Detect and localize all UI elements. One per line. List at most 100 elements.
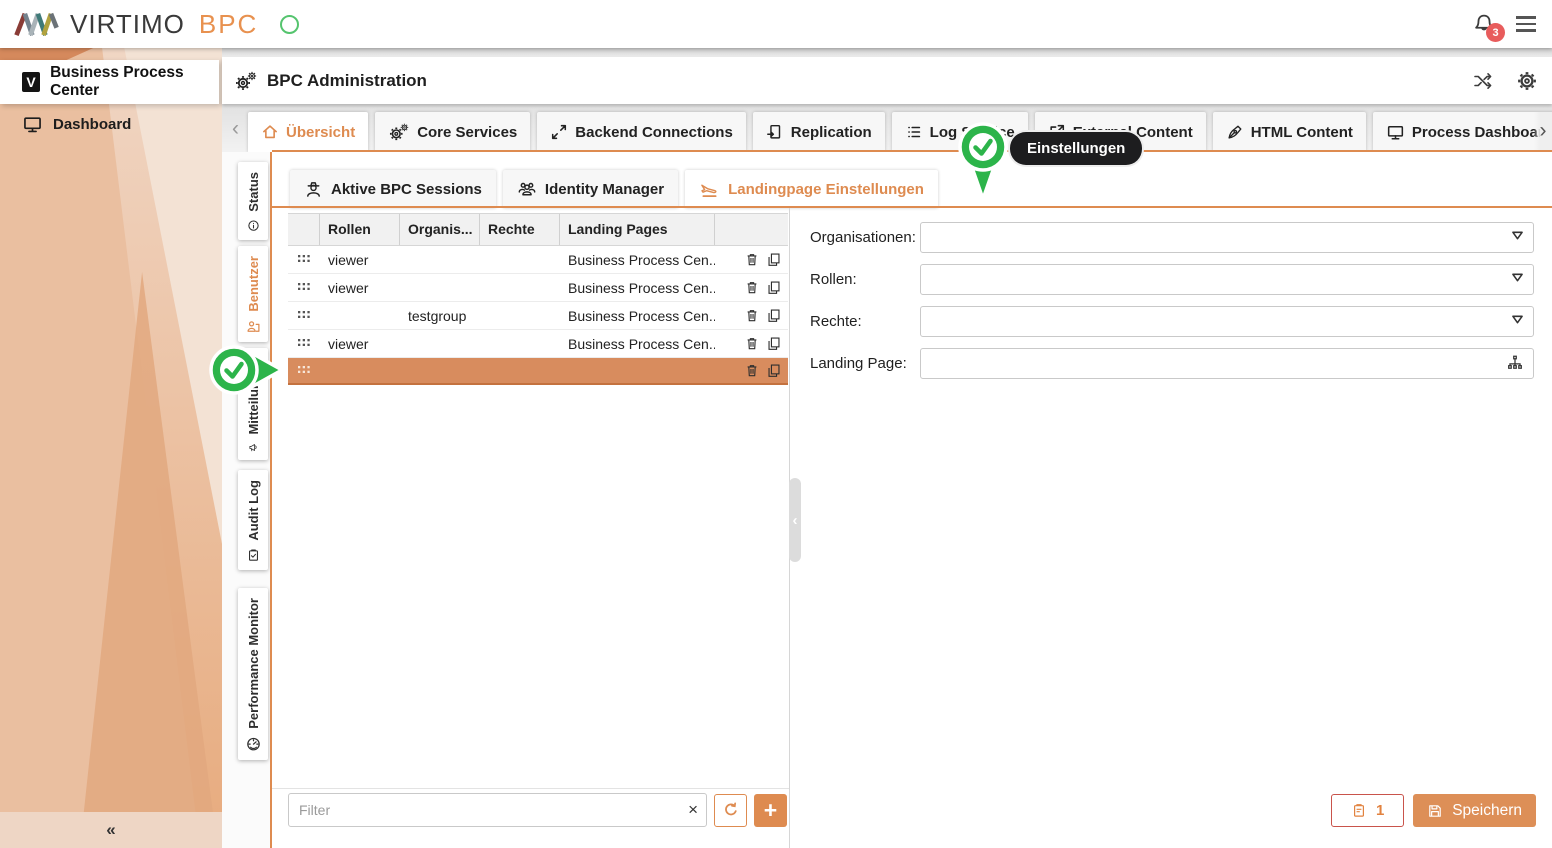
tab-html-content[interactable]: HTML Content bbox=[1213, 112, 1366, 152]
col-rollen[interactable]: Rollen bbox=[320, 214, 400, 245]
organisationen-input[interactable] bbox=[921, 223, 1533, 252]
add-row-button[interactable]: + bbox=[754, 794, 787, 827]
gauge-icon bbox=[245, 736, 262, 752]
cell-rollen: viewer bbox=[320, 280, 400, 296]
dashboard-label: Dashboard bbox=[53, 116, 131, 133]
copy-icon[interactable] bbox=[766, 251, 782, 268]
copy-icon[interactable] bbox=[766, 335, 782, 352]
sidebar: V Business Process Center Dashboard « bbox=[0, 48, 222, 848]
benutzer-panel: Aktive BPC Sessions Identity Manager bbox=[272, 152, 1552, 848]
table-row[interactable]: testgroup Business Process Cen... bbox=[288, 302, 788, 330]
vtab-benutzer[interactable]: Benutzer bbox=[238, 246, 268, 342]
menu-button[interactable] bbox=[1516, 16, 1536, 32]
table-row[interactable]: viewer Business Process Cen... bbox=[288, 274, 788, 302]
table-row[interactable]: viewer Business Process Cen... bbox=[288, 330, 788, 358]
drag-handle-icon[interactable] bbox=[298, 283, 311, 292]
tour-arrow-marker[interactable] bbox=[204, 341, 288, 399]
copy-icon[interactable] bbox=[766, 362, 782, 379]
cell-rollen: viewer bbox=[320, 252, 400, 268]
field-label: Landing Page: bbox=[810, 355, 920, 372]
pending-changes-button[interactable]: 1 bbox=[1331, 794, 1404, 827]
delete-icon[interactable] bbox=[744, 362, 760, 379]
chevron-down-icon[interactable] bbox=[1511, 272, 1524, 283]
vtab-status[interactable]: Status bbox=[238, 162, 268, 240]
shuffle-icon[interactable] bbox=[1472, 71, 1494, 91]
module-title: BPC Administration bbox=[222, 70, 427, 92]
org-tree-icon[interactable] bbox=[1506, 354, 1524, 372]
drag-handle-icon[interactable] bbox=[298, 366, 311, 375]
table-footer: × + bbox=[288, 793, 788, 827]
subtab-landingpage-einstellungen[interactable]: Landingpage Einstellungen bbox=[685, 170, 938, 208]
drag-handle-icon[interactable] bbox=[298, 311, 311, 320]
landingpage-form: Organisationen: Rollen: bbox=[800, 208, 1552, 848]
clear-filter-icon[interactable]: × bbox=[688, 799, 698, 820]
landing-page-input[interactable] bbox=[921, 349, 1533, 378]
tab-core-services[interactable]: Core Services bbox=[375, 112, 530, 152]
tour-pin-marker[interactable] bbox=[947, 106, 1019, 206]
tour-tooltip: Einstellungen bbox=[1008, 130, 1144, 167]
admin-gears-icon bbox=[234, 70, 258, 92]
copy-icon[interactable] bbox=[766, 279, 782, 296]
tab-process-dashboard[interactable]: Process Dashboard bbox=[1373, 112, 1552, 152]
copy-icon[interactable] bbox=[766, 307, 782, 324]
vtab-audit-log[interactable]: Audit Log bbox=[238, 470, 268, 570]
drag-handle-icon[interactable] bbox=[298, 339, 311, 348]
landingpage-table: Rollen Organis... Rechte Landing Pages v… bbox=[288, 213, 788, 385]
gears-icon bbox=[388, 122, 410, 142]
list-icon bbox=[905, 123, 923, 141]
subtab-aktive-bpc-sessions[interactable]: Aktive BPC Sessions bbox=[290, 170, 496, 208]
cell-landing-pages: Business Process Cen... bbox=[560, 308, 715, 324]
chevron-down-icon[interactable] bbox=[1511, 314, 1524, 325]
home-icon bbox=[261, 123, 279, 141]
field-label: Rechte: bbox=[810, 313, 920, 330]
virtimo-logo: VIRTIMO BPC bbox=[0, 9, 299, 40]
sidebar-item-business-process-center[interactable]: V Business Process Center bbox=[0, 60, 219, 104]
col-landing-pages[interactable]: Landing Pages bbox=[560, 214, 715, 245]
rollen-input[interactable] bbox=[921, 265, 1533, 294]
save-button[interactable]: Speichern bbox=[1413, 794, 1536, 827]
delete-icon[interactable] bbox=[744, 279, 760, 296]
tab-uebersicht[interactable]: Übersicht bbox=[248, 112, 368, 152]
virtimo-mark-icon: V bbox=[22, 72, 40, 92]
delete-icon[interactable] bbox=[744, 251, 760, 268]
col-organisation[interactable]: Organis... bbox=[400, 214, 480, 245]
clipboard-check-icon bbox=[245, 548, 262, 562]
tabs-scroll-left[interactable]: ‹ bbox=[232, 118, 239, 139]
col-drag bbox=[288, 214, 320, 245]
table-row[interactable]: viewer Business Process Cen... bbox=[288, 246, 788, 274]
cell-landing-pages: Business Process Cen... bbox=[560, 336, 715, 352]
col-rechte[interactable]: Rechte bbox=[480, 214, 560, 245]
refresh-button[interactable] bbox=[714, 794, 747, 827]
sidebar-collapse-button[interactable]: « bbox=[0, 812, 222, 848]
drag-handle-icon[interactable] bbox=[298, 255, 311, 264]
landing-page-picker[interactable] bbox=[920, 348, 1534, 379]
refresh-icon bbox=[722, 801, 740, 819]
top-bar: VIRTIMO BPC 3 bbox=[0, 0, 1552, 48]
sub-tab-bar: Aktive BPC Sessions Identity Manager bbox=[272, 152, 1552, 208]
chevron-down-icon[interactable] bbox=[1511, 230, 1524, 241]
rollen-combobox[interactable] bbox=[920, 264, 1534, 295]
tab-replication[interactable]: Replication bbox=[753, 112, 885, 152]
table-row-selected[interactable] bbox=[288, 358, 788, 385]
delete-icon[interactable] bbox=[744, 307, 760, 324]
users-icon bbox=[517, 180, 537, 199]
organisationen-combobox[interactable] bbox=[920, 222, 1534, 253]
vtab-performance-monitor[interactable]: Performance Monitor bbox=[238, 588, 268, 760]
rechte-combobox[interactable] bbox=[920, 306, 1534, 337]
delete-icon[interactable] bbox=[744, 335, 760, 352]
notifications-button[interactable]: 3 bbox=[1472, 12, 1496, 36]
field-label: Organisationen: bbox=[810, 229, 920, 246]
rechte-input[interactable] bbox=[921, 307, 1533, 336]
splitter-collapse-handle[interactable]: ‹ bbox=[789, 478, 801, 562]
subtab-identity-manager[interactable]: Identity Manager bbox=[503, 170, 678, 208]
diagonal-arrows-icon bbox=[550, 123, 568, 141]
filter-input[interactable] bbox=[288, 793, 707, 827]
tab-backend-connections[interactable]: Backend Connections bbox=[537, 112, 746, 152]
monitor-icon bbox=[1386, 123, 1405, 142]
virtimo-logo-icon bbox=[14, 10, 60, 38]
sidebar-item-dashboard[interactable]: Dashboard bbox=[22, 114, 131, 135]
tabs-scroll-right[interactable]: › bbox=[1534, 112, 1552, 150]
gear-icon[interactable] bbox=[1516, 70, 1538, 92]
form-footer: 1 Speichern bbox=[1331, 794, 1536, 827]
plane-landing-icon bbox=[699, 180, 720, 199]
